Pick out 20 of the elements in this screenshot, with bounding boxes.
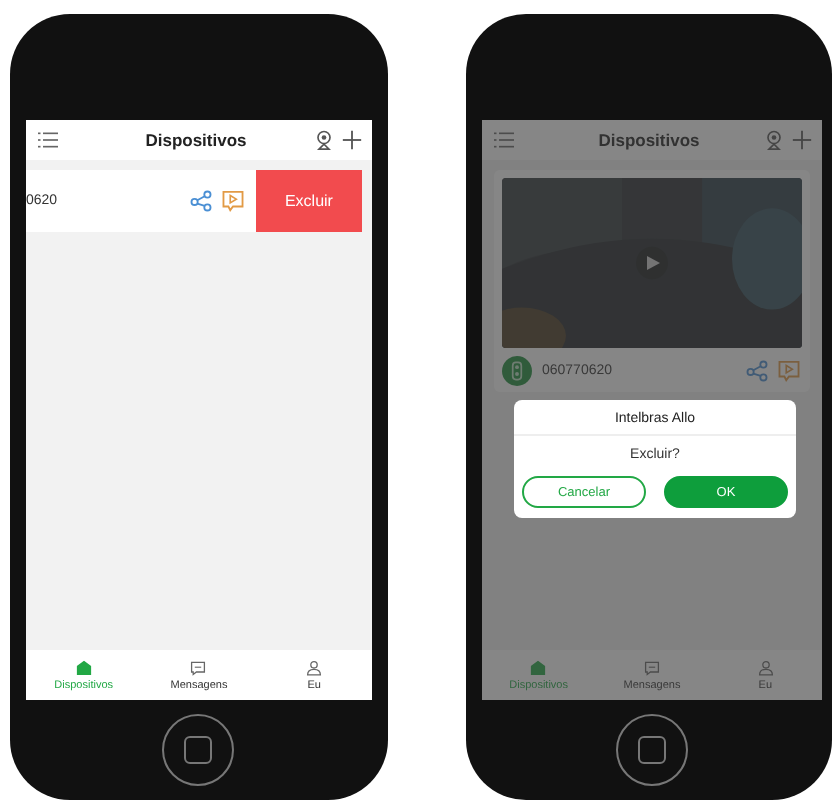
home-button[interactable]: [162, 714, 235, 786]
home-button[interactable]: [615, 714, 688, 786]
camera-icon[interactable]: [313, 130, 334, 150]
share-icon[interactable]: [189, 190, 212, 212]
add-icon[interactable]: [792, 130, 812, 150]
person-icon: [306, 659, 323, 675]
message-icon: [643, 659, 660, 675]
delete-button[interactable]: Excluir: [255, 170, 362, 232]
add-icon[interactable]: [341, 130, 362, 150]
home-icon: [530, 659, 547, 675]
video-message-icon[interactable]: [221, 190, 244, 212]
share-icon[interactable]: [746, 360, 768, 382]
menu-icon[interactable]: [38, 130, 58, 150]
home-icon: [75, 659, 92, 675]
message-icon: [190, 659, 207, 675]
screen-title: Dispositivos: [596, 130, 702, 150]
screen-title: Dispositivos: [143, 130, 249, 150]
device-avatar-icon: [501, 356, 532, 386]
menu-icon[interactable]: [493, 130, 514, 150]
person-icon: [757, 659, 774, 675]
